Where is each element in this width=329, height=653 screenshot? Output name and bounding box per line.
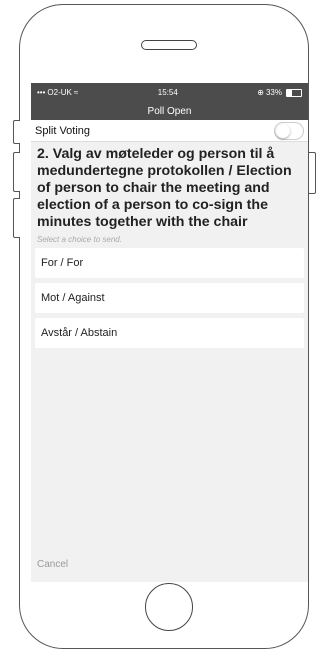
battery-status: ⊕ 33% xyxy=(257,88,302,97)
choice-for-button[interactable]: For / For xyxy=(35,248,304,278)
poll-question: 2. Valg av møteleder og person til å med… xyxy=(37,146,292,230)
status-time: 15:54 xyxy=(157,88,178,97)
power-button xyxy=(309,152,316,194)
header-bar: Poll Open xyxy=(31,102,308,120)
carrier-signal: ••• O2-UK ≈ xyxy=(37,88,78,97)
status-bar: ••• O2-UK ≈ 15:54 ⊕ 33% xyxy=(31,83,308,102)
home-button[interactable] xyxy=(145,583,193,631)
choice-label: For / For xyxy=(41,257,84,269)
split-voting-toggle[interactable] xyxy=(274,121,304,140)
wifi-icon: ≈ xyxy=(73,88,79,97)
choice-against-button[interactable]: Mot / Against xyxy=(35,283,304,313)
mute-switch xyxy=(13,120,20,144)
split-voting-row: Split Voting xyxy=(31,120,308,142)
orientation-lock-icon: ⊕ xyxy=(257,88,264,97)
battery-percent: 33% xyxy=(265,88,282,97)
carrier-name: O2-UK xyxy=(47,88,72,97)
volume-up-button xyxy=(13,152,20,192)
battery-icon xyxy=(286,88,302,97)
choice-abstain-button[interactable]: Avstår / Abstain xyxy=(35,318,304,348)
signal-icon: ••• xyxy=(37,88,46,97)
earpiece-speaker xyxy=(141,40,197,50)
toggle-knob xyxy=(276,123,290,138)
choice-label: Avstår / Abstain xyxy=(41,327,118,339)
select-hint: Select a choice to send. xyxy=(37,235,122,244)
page-title: Poll Open xyxy=(147,105,192,117)
app-screen: ••• O2-UK ≈ 15:54 ⊕ 33% Poll Open Split … xyxy=(31,83,308,582)
choice-list: For / For Mot / Against Avstår / Abstain xyxy=(31,248,308,348)
cancel-button[interactable]: Cancel xyxy=(37,559,68,570)
volume-down-button xyxy=(13,198,20,238)
choice-label: Mot / Against xyxy=(41,292,105,304)
split-voting-label: Split Voting xyxy=(35,124,91,137)
